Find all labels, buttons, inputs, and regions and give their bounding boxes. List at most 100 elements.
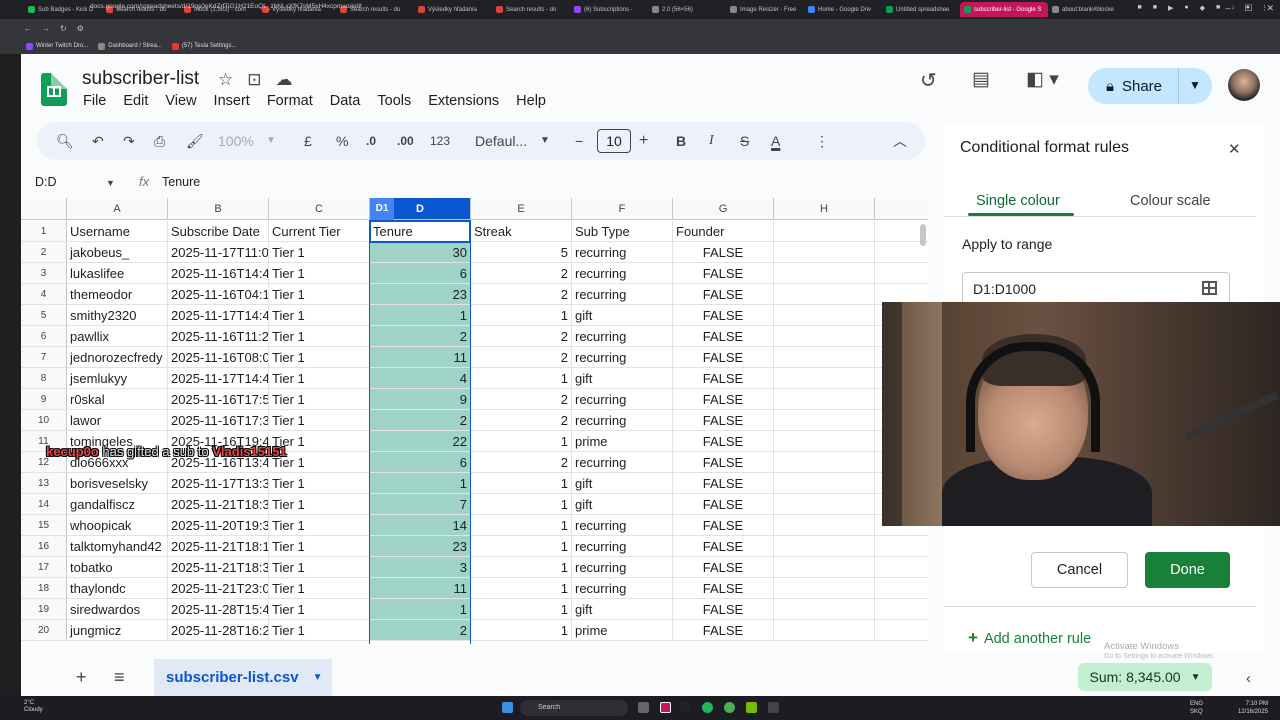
table-cell[interactable]: borisveselsky <box>67 473 168 494</box>
share-dropdown-icon[interactable]: ▼ <box>1189 78 1201 92</box>
table-cell[interactable]: Tier 1 <box>269 578 370 599</box>
cancel-button[interactable]: Cancel <box>1031 552 1128 588</box>
table-cell[interactable]: recurring <box>572 263 673 284</box>
table-cell[interactable] <box>774 599 875 620</box>
table-cell[interactable]: smithy2320 <box>67 305 168 326</box>
select-all-corner[interactable] <box>21 198 67 220</box>
increase-decimal-button[interactable]: .00 <box>397 132 414 150</box>
table-cell[interactable]: 23 <box>370 284 471 305</box>
table-cell[interactable]: 7 <box>370 494 471 515</box>
table-cell[interactable]: 1 <box>471 536 572 557</box>
extension-icon[interactable]: ▶ <box>1168 4 1173 12</box>
table-cell[interactable]: Tier 1 <box>269 284 370 305</box>
undo-icon[interactable]: ↶ <box>92 132 104 150</box>
table-cell[interactable]: tobatko <box>67 557 168 578</box>
table-cell[interactable]: 2 <box>471 452 572 473</box>
currency-button[interactable]: £ <box>304 132 312 150</box>
table-cell[interactable]: 2025-11-20T19:3 <box>168 515 269 536</box>
row-header[interactable]: 19 <box>21 599 67 620</box>
start-icon[interactable] <box>502 702 513 713</box>
table-cell[interactable]: 1 <box>471 431 572 452</box>
table-cell[interactable]: FALSE <box>673 452 774 473</box>
row-header[interactable]: 18 <box>21 578 67 599</box>
table-cell[interactable]: Current Tier <box>269 221 370 242</box>
table-cell[interactable] <box>774 536 875 557</box>
table-cell[interactable] <box>875 620 928 641</box>
cloud-status-icon[interactable]: ☁ <box>276 70 293 90</box>
table-cell[interactable]: Tier 1 <box>269 242 370 263</box>
table-cell[interactable]: Tier 1 <box>269 347 370 368</box>
table-cell[interactable]: recurring <box>572 578 673 599</box>
table-cell[interactable]: gift <box>572 368 673 389</box>
taskbar-app-icon[interactable] <box>660 702 671 713</box>
table-cell[interactable]: FALSE <box>673 494 774 515</box>
table-cell[interactable]: FALSE <box>673 410 774 431</box>
zoom-select[interactable]: 100% <box>218 132 254 150</box>
table-cell[interactable] <box>875 599 928 620</box>
table-cell[interactable]: 2 <box>471 347 572 368</box>
back-icon[interactable]: ← <box>24 24 32 33</box>
table-cell[interactable] <box>774 326 875 347</box>
row-header[interactable]: 17 <box>21 557 67 578</box>
table-cell[interactable] <box>875 578 928 599</box>
decrease-font-size-icon[interactable]: − <box>575 132 583 150</box>
table-cell[interactable]: Tier 1 <box>269 557 370 578</box>
table-cell[interactable]: Sub Type <box>572 221 673 242</box>
table-cell[interactable]: prime <box>572 620 673 641</box>
table-cell[interactable]: FALSE <box>673 242 774 263</box>
table-cell[interactable] <box>774 494 875 515</box>
table-cell[interactable]: recurring <box>572 242 673 263</box>
sheets-logo-icon[interactable] <box>41 73 67 106</box>
row-header[interactable]: 1 <box>21 221 67 242</box>
spotify-icon[interactable] <box>702 702 713 713</box>
downloads-icon[interactable]: ↓ <box>1231 4 1235 12</box>
strikethrough-button[interactable]: S <box>740 132 749 150</box>
sheet-tab[interactable]: subscriber-list.csv ▼ <box>154 659 332 696</box>
table-cell[interactable]: 1 <box>471 599 572 620</box>
table-cell[interactable]: 1 <box>370 473 471 494</box>
browser-tab[interactable]: subscriber-list - Google S <box>960 2 1048 17</box>
table-cell[interactable] <box>774 368 875 389</box>
column-header-b[interactable]: B <box>168 198 269 220</box>
table-cell[interactable]: 1 <box>471 368 572 389</box>
table-cell[interactable]: 2025-11-17T14:4 <box>168 368 269 389</box>
table-cell[interactable]: 9 <box>370 389 471 410</box>
browser-tab[interactable]: Image Resizer - Free <box>726 2 804 17</box>
reload-icon[interactable]: ↻ <box>60 24 67 33</box>
table-cell[interactable]: 1 <box>471 305 572 326</box>
column-header-extra[interactable] <box>875 198 928 220</box>
browser-tab[interactable]: (6) Subscriptions - <box>570 2 648 17</box>
row-header[interactable]: 14 <box>21 494 67 515</box>
table-cell[interactable]: Tier 1 <box>269 410 370 431</box>
table-cell[interactable]: pawllix <box>67 326 168 347</box>
nvidia-icon[interactable] <box>746 702 757 713</box>
table-cell[interactable] <box>875 557 928 578</box>
table-cell[interactable]: 2025-11-16T04:1 <box>168 284 269 305</box>
table-cell[interactable]: Tier 1 <box>269 536 370 557</box>
table-cell[interactable]: Tier 1 <box>269 473 370 494</box>
table-cell[interactable]: Tier 1 <box>269 494 370 515</box>
sum-dropdown-icon[interactable]: ▼ <box>1191 672 1201 683</box>
name-box[interactable]: D:D <box>35 175 57 189</box>
row-header[interactable]: 15 <box>21 515 67 536</box>
menu-item-data[interactable]: Data <box>330 93 361 109</box>
table-cell[interactable]: FALSE <box>673 347 774 368</box>
table-cell[interactable]: prime <box>572 431 673 452</box>
table-cell[interactable]: jungmicz <box>67 620 168 641</box>
search-menus-icon[interactable]: 🔍︎ <box>56 132 74 150</box>
table-cell[interactable]: Tier 1 <box>269 305 370 326</box>
bookmark-item[interactable]: (57) Tesla Settings... <box>171 42 237 50</box>
tab-colour-scale[interactable]: Colour scale <box>1130 193 1211 209</box>
column-header-e[interactable]: E <box>471 198 572 220</box>
table-cell[interactable]: 6 <box>370 452 471 473</box>
table-cell[interactable]: 5 <box>471 242 572 263</box>
table-cell[interactable]: 2025-11-16T08:0 <box>168 347 269 368</box>
table-cell[interactable]: jsemlukyy <box>67 368 168 389</box>
table-cell[interactable]: gandalfiscz <box>67 494 168 515</box>
table-cell[interactable]: Streak <box>471 221 572 242</box>
table-cell[interactable]: Tier 1 <box>269 515 370 536</box>
table-cell[interactable]: 1 <box>471 515 572 536</box>
table-cell[interactable]: 6 <box>370 263 471 284</box>
menu-item-view[interactable]: View <box>165 93 196 109</box>
table-cell[interactable]: 11 <box>370 578 471 599</box>
